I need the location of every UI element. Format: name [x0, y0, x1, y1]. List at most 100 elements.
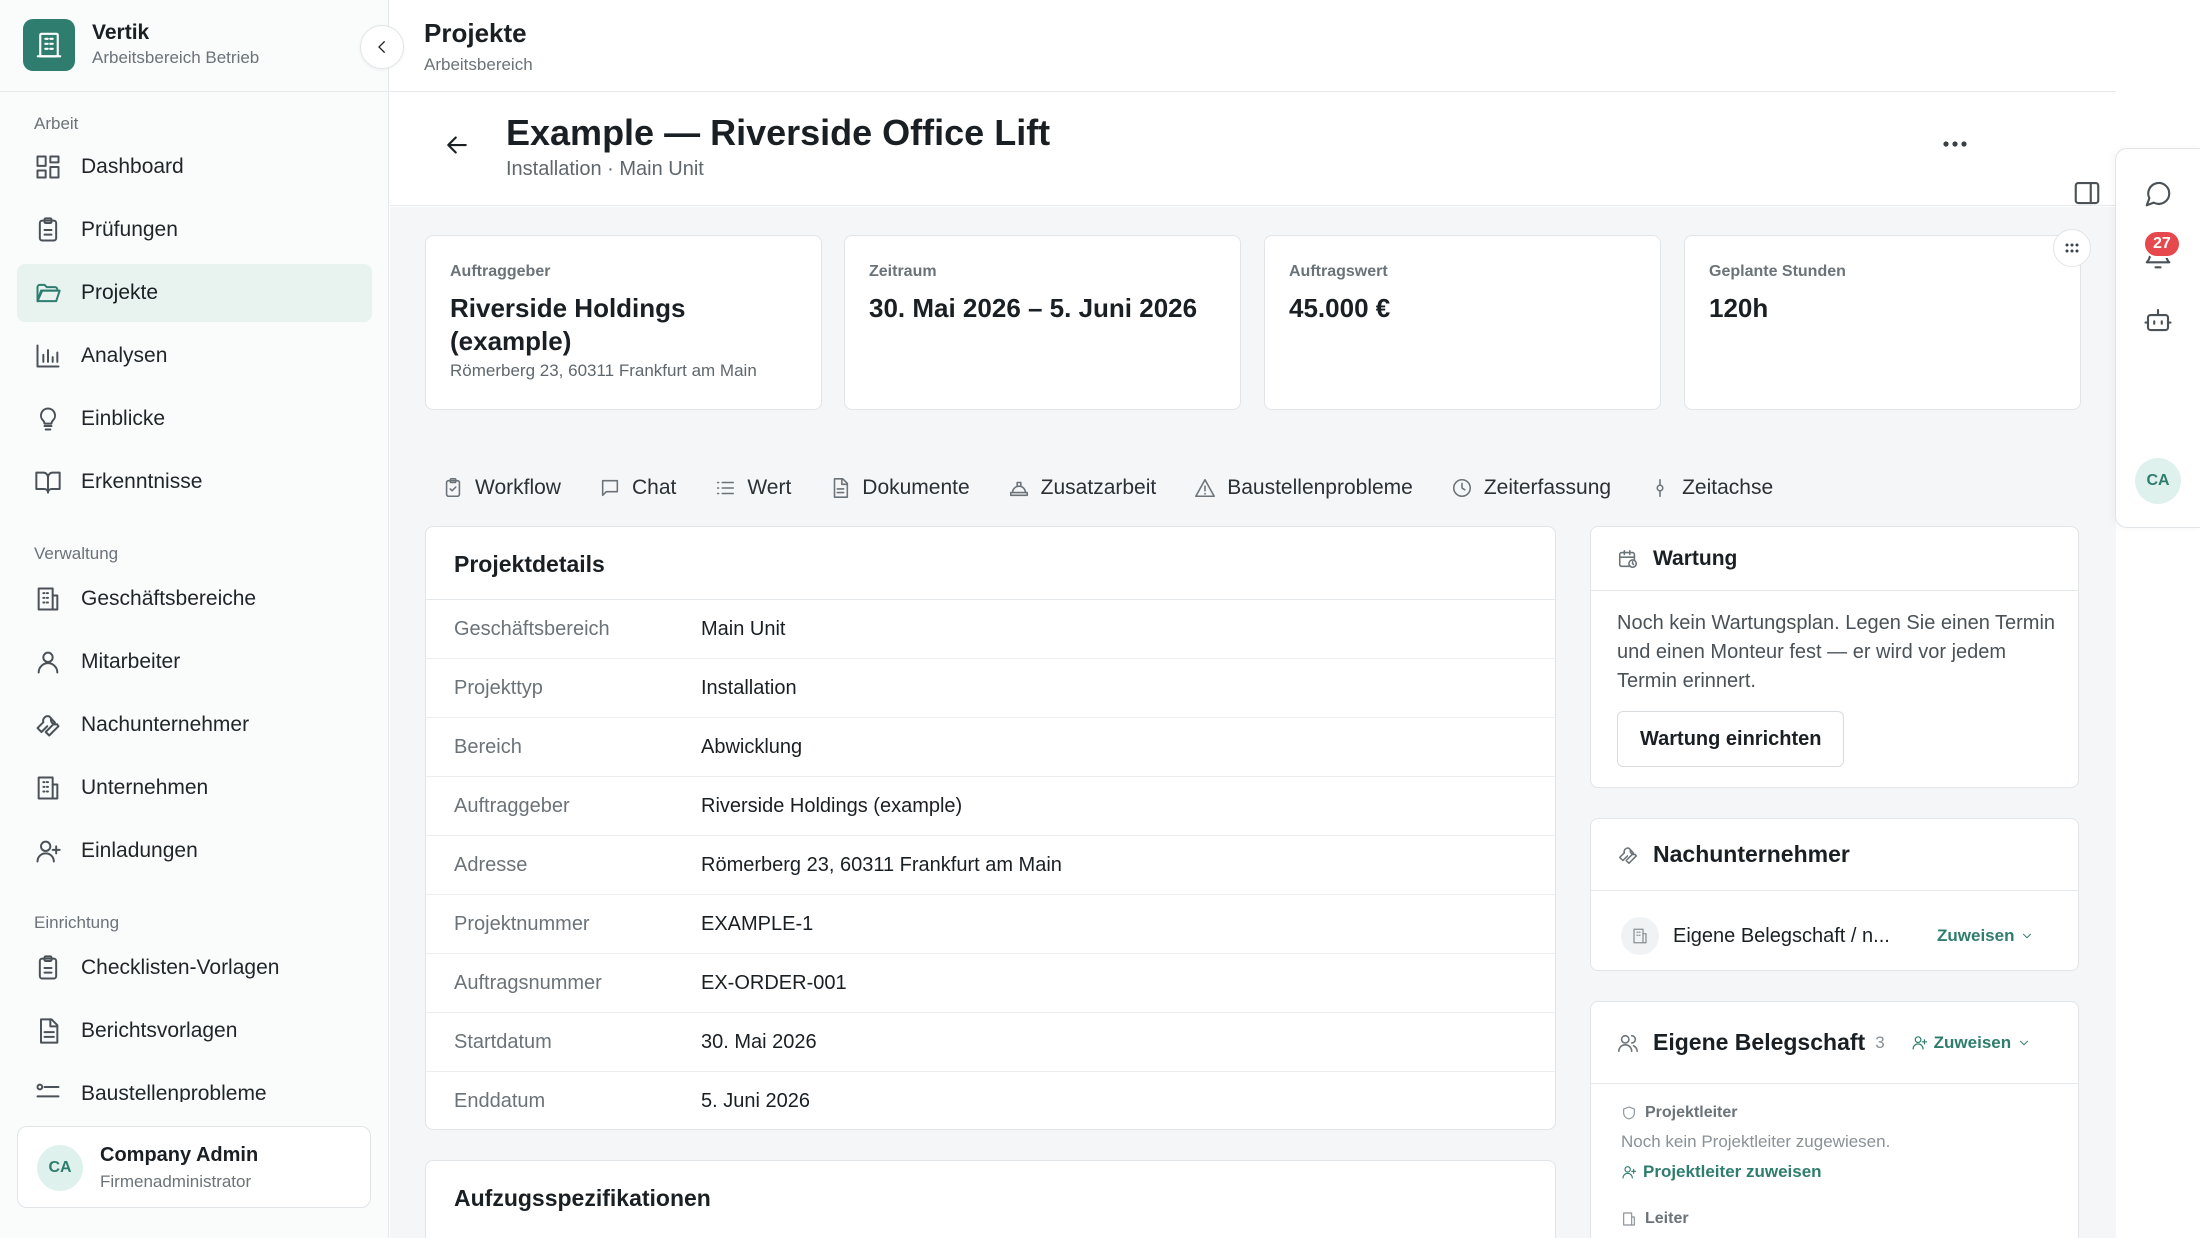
assign-lead-link[interactable]: Projektleiter zuweisen — [1621, 1162, 1822, 1182]
topbar: Projekte Arbeitsbereich — [390, 0, 2116, 92]
building-icon — [1623, 1212, 1635, 1226]
stat-card-client: Auftraggeber Riverside Holdings (example… — [425, 235, 822, 410]
sidebar-item-label: Dashboard — [81, 155, 184, 178]
sidebar-item-label: Checklisten-Vorlagen — [81, 956, 280, 979]
stat-value: 30. Mai 2026 – 5. Juni 2026 — [869, 293, 1198, 323]
tab-label: Zusatzarbeit — [1040, 476, 1157, 499]
detail-value: EX-ORDER-001 — [701, 971, 847, 994]
sidebar-item-label: Einladungen — [81, 839, 198, 862]
building-logo-icon[interactable] — [23, 19, 75, 71]
sidebar-item-dashboard[interactable]: Dashboard — [17, 138, 372, 196]
stat-label: Auftraggeber — [450, 263, 551, 280]
avatar[interactable]: CA — [2135, 458, 2181, 504]
user-role: Firmenadministrator — [100, 1172, 252, 1191]
sidebar-item-unternehmen[interactable]: Unternehmen — [17, 759, 372, 817]
user-menu[interactable]: CA Company Admin Firmenadministrator — [17, 1126, 371, 1208]
user-plus-icon — [36, 840, 61, 863]
sidebar-item-label: Baustellenprobleme — [81, 1082, 267, 1102]
sidebar-item-geschaeftsbereiche[interactable]: Geschäftsbereiche — [17, 570, 372, 628]
clipboard-icon — [38, 217, 58, 242]
card-header: Wartung — [1591, 527, 2078, 591]
tab-zeiterfassung[interactable]: Zeiterfassung — [1451, 476, 1611, 500]
detail-key: Geschäftsbereich — [454, 617, 610, 640]
sidebar-item-berichtsvorlagen[interactable]: Berichtsvorlagen — [17, 1002, 372, 1060]
detail-row: Auftraggeber Riverside Holdings (example) — [426, 777, 1555, 836]
page-title: Projekte — [424, 18, 527, 48]
tab-workflow[interactable]: Workflow — [442, 476, 561, 500]
sidebar-nav: Arbeit Dashboard Prüfungen Projekte Anal… — [0, 92, 389, 1102]
sidebar-item-label: Unternehmen — [81, 776, 209, 799]
avatar: CA — [37, 1145, 83, 1191]
detail-row: Enddatum 5. Juni 2026 — [426, 1072, 1555, 1129]
sidebar-item-label: Geschäftsbereiche — [81, 587, 257, 610]
sidebar-item-checklisten-vorlagen[interactable]: Checklisten-Vorlagen — [17, 939, 372, 997]
more-options-icon[interactable] — [1938, 134, 1972, 154]
project-subtitle: Installation · Main Unit — [506, 158, 704, 180]
detail-row: Projektnummer EXAMPLE-1 — [426, 895, 1555, 954]
sidebar: Vertik Arbeitsbereich Betrieb Arbeit Das… — [0, 0, 389, 1238]
maintenance-empty-text: Noch kein Wartungsplan. Legen Sie einen … — [1617, 612, 2056, 692]
detail-value: Installation — [701, 676, 797, 699]
chevron-left-icon — [378, 41, 385, 53]
detail-key: Auftraggeber — [454, 794, 570, 817]
chevron-down-icon — [2020, 1040, 2029, 1045]
collapse-sidebar-button[interactable] — [360, 25, 404, 69]
tab-baustellenprobleme[interactable]: Baustellenprobleme — [1194, 476, 1413, 500]
crew-role-label: Leiter — [1645, 1210, 1689, 1227]
detail-value: Abwicklung — [701, 735, 803, 758]
message-circle-icon[interactable] — [2143, 179, 2173, 209]
tab-label: Workflow — [475, 476, 561, 499]
wrench-icon — [1618, 846, 1638, 864]
lightbulb-icon — [39, 407, 57, 431]
elevator-specs-card: Aufzugsspezifikationen — [425, 1160, 1556, 1238]
subcontractor-name: Eigene Belegschaft / n... — [1673, 924, 1890, 947]
tab-wert[interactable]: Wert — [714, 476, 791, 500]
stat-value: 45.000 € — [1289, 293, 1391, 323]
sidebar-item-baustellenprobleme[interactable]: Baustellenprobleme — [17, 1065, 372, 1102]
settings-list-icon — [36, 1083, 60, 1098]
folder-open-icon — [36, 283, 61, 303]
card-title: Wartung — [1653, 546, 1738, 570]
grid-menu-button[interactable] — [2053, 229, 2091, 267]
tab-dokumente[interactable]: Dokumente — [829, 476, 970, 500]
sidebar-item-projekte[interactable]: Projekte — [17, 264, 372, 322]
subcontractor-row: Eigene Belegschaft / n... Zuweisen — [1621, 917, 2034, 955]
assign-crew-dropdown[interactable]: Zuweisen — [1911, 1033, 2031, 1053]
file-text-icon — [40, 1018, 59, 1044]
tab-chat[interactable]: Chat — [599, 476, 676, 500]
detail-row: Startdatum 30. Mai 2026 — [426, 1013, 1555, 1072]
sidebar-item-erkenntnisse[interactable]: Erkenntnisse — [17, 453, 372, 511]
sidebar-item-einladungen[interactable]: Einladungen — [17, 822, 372, 880]
sidebar-item-label: Nachunternehmer — [81, 713, 250, 736]
sidebar-item-pruefungen[interactable]: Prüfungen — [17, 201, 372, 259]
card-title: Eigene Belegschaft — [1653, 1029, 1866, 1055]
nav-section-label: Verwaltung — [34, 544, 119, 563]
sidebar-item-label: Projekte — [81, 281, 159, 304]
assign-subcontractor-dropdown[interactable]: Zuweisen — [1937, 926, 2034, 946]
bot-icon[interactable] — [2143, 305, 2173, 335]
sidebar-item-nachunternehmer[interactable]: Nachunternehmer — [17, 696, 372, 754]
sidebar-item-label: Erkenntnisse — [81, 470, 203, 493]
calendar-clock-icon — [1618, 549, 1638, 568]
tab-zeitachse[interactable]: Zeitachse — [1649, 476, 1773, 500]
sidebar-item-mitarbeiter[interactable]: Mitarbeiter — [17, 633, 372, 691]
sidebar-item-einblicke[interactable]: Einblicke — [17, 390, 372, 448]
back-arrow-icon[interactable] — [442, 130, 472, 160]
detail-row: Projekttyp Installation — [426, 659, 1555, 718]
message-square-icon — [601, 479, 619, 497]
detail-value: Römerberg 23, 60311 Frankfurt am Main — [701, 853, 1062, 876]
sidebar-item-label: Mitarbeiter — [81, 650, 181, 673]
tab-zusatzarbeit[interactable]: Zusatzarbeit — [1008, 476, 1157, 500]
panel-toggle-icon[interactable] — [2072, 178, 2102, 208]
card-title: Aufzugsspezifikationen — [454, 1185, 711, 1211]
stat-card-hours: Geplante Stunden 120h — [1684, 235, 2081, 410]
tab-label: Zeitachse — [1682, 476, 1774, 499]
bar-chart-icon — [36, 344, 60, 368]
building-icon — [37, 587, 59, 611]
tab-label: Chat — [631, 476, 677, 499]
tab-label: Wert — [747, 476, 792, 499]
sidebar-item-analysen[interactable]: Analysen — [17, 327, 372, 385]
detail-value: 30. Mai 2026 — [701, 1030, 817, 1053]
setup-maintenance-button[interactable]: Wartung einrichten — [1617, 711, 1845, 767]
crew-lead-empty-text: Noch kein Projektleiter zugewiesen. — [1621, 1132, 1891, 1151]
